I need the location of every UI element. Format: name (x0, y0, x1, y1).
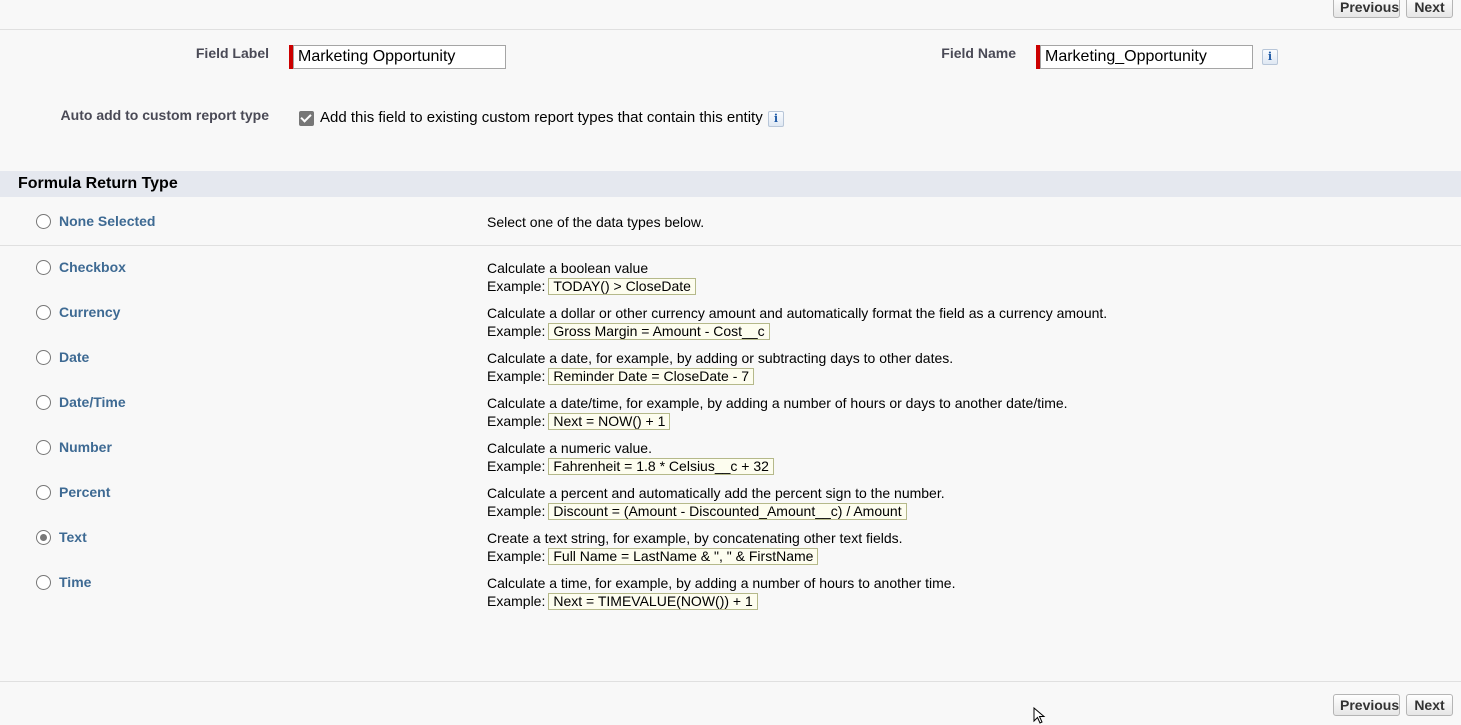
option-label[interactable]: Currency (59, 304, 120, 320)
radio-currency[interactable] (36, 305, 51, 320)
option-example: Example: Fahrenheit = 1.8 * Celsius__c + … (487, 458, 774, 475)
option-example: Example: Gross Margin = Amount - Cost__c (487, 323, 770, 340)
bottom-divider (0, 681, 1461, 682)
example-prefix: Example: (487, 458, 546, 474)
option-description: Calculate a date/time, for example, by a… (487, 395, 1068, 411)
previous-button-top[interactable]: Previous (1333, 0, 1400, 18)
radio-none-selected[interactable] (36, 214, 51, 229)
option-description: Calculate a dollar or other currency amo… (487, 305, 1108, 321)
option-label[interactable]: Percent (59, 484, 110, 500)
field-name-caption: Field Name (941, 45, 1016, 61)
radio-number[interactable] (36, 440, 51, 455)
option-description: Create a text string, for example, by co… (487, 530, 903, 546)
example-formula: Next = NOW() + 1 (548, 413, 671, 430)
radio-percent[interactable] (36, 485, 51, 500)
auto-add-checkbox[interactable] (299, 111, 314, 126)
option-example: Example: Reminder Date = CloseDate - 7 (487, 368, 755, 385)
auto-add-caption: Auto add to custom report type (60, 107, 269, 123)
option-description: Calculate a percent and automatically ad… (487, 485, 945, 501)
field-name-info-icon[interactable]: i (1262, 49, 1278, 65)
option-example: Example: Full Name = LastName & ", " & Fi… (487, 548, 819, 565)
field-label-input[interactable] (293, 45, 506, 69)
radio-date[interactable] (36, 350, 51, 365)
example-prefix: Example: (487, 503, 546, 519)
example-prefix: Example: (487, 413, 546, 429)
example-prefix: Example: (487, 368, 546, 384)
option-example: Example: TODAY() > CloseDate (487, 278, 696, 295)
option-label[interactable]: Number (59, 439, 112, 455)
auto-add-text: Add this field to existing custom report… (320, 109, 763, 126)
option-description: Calculate a date, for example, by adding… (487, 350, 954, 366)
field-label-caption: Field Label (195, 45, 269, 61)
next-button-bottom[interactable]: Next (1406, 694, 1453, 716)
previous-button-bottom[interactable]: Previous (1333, 694, 1400, 716)
example-formula: Reminder Date = CloseDate - 7 (548, 368, 755, 385)
option-description: Calculate a numeric value. (487, 440, 652, 456)
option-label[interactable]: Checkbox (59, 259, 126, 275)
example-prefix: Example: (487, 548, 546, 564)
option-label[interactable]: Date/Time (59, 394, 126, 410)
options-divider (0, 245, 1461, 246)
example-formula: TODAY() > CloseDate (548, 278, 696, 295)
example-formula: Fahrenheit = 1.8 * Celsius__c + 32 (548, 458, 774, 475)
example-formula: Gross Margin = Amount - Cost__c (548, 323, 770, 340)
none-selected-description: Select one of the data types below. (487, 214, 705, 230)
example-formula: Full Name = LastName & ", " & FirstName (548, 548, 819, 565)
example-formula: Next = TIMEVALUE(NOW()) + 1 (548, 593, 758, 610)
radio-checkbox[interactable] (36, 260, 51, 275)
next-button-top[interactable]: Next (1406, 0, 1453, 18)
option-description: Calculate a boolean value (487, 260, 649, 276)
option-example: Example: Discount = (Amount - Discounted_… (487, 503, 907, 520)
auto-add-info-icon[interactable]: i (768, 111, 784, 127)
radio-text[interactable] (36, 530, 51, 545)
option-label-none-selected[interactable]: None Selected (59, 213, 155, 229)
example-formula: Discount = (Amount - Discounted_Amount__… (548, 503, 907, 520)
option-description: Calculate a time, for example, by adding… (487, 575, 956, 591)
section-header (0, 171, 1461, 197)
section-title: Formula Return Type (18, 175, 178, 192)
radio-time[interactable] (36, 575, 51, 590)
example-prefix: Example: (487, 593, 546, 609)
option-example: Example: Next = NOW() + 1 (487, 413, 671, 430)
radio-date-time[interactable] (36, 395, 51, 410)
option-label[interactable]: Date (59, 349, 89, 365)
option-label[interactable]: Text (59, 529, 87, 545)
example-prefix: Example: (487, 278, 546, 294)
option-example: Example: Next = TIMEVALUE(NOW()) + 1 (487, 593, 758, 610)
example-prefix: Example: (487, 323, 546, 339)
mouse-pointer-icon (1033, 707, 1046, 724)
field-name-input[interactable] (1040, 45, 1253, 69)
top-divider (0, 29, 1461, 30)
option-label[interactable]: Time (59, 574, 91, 590)
